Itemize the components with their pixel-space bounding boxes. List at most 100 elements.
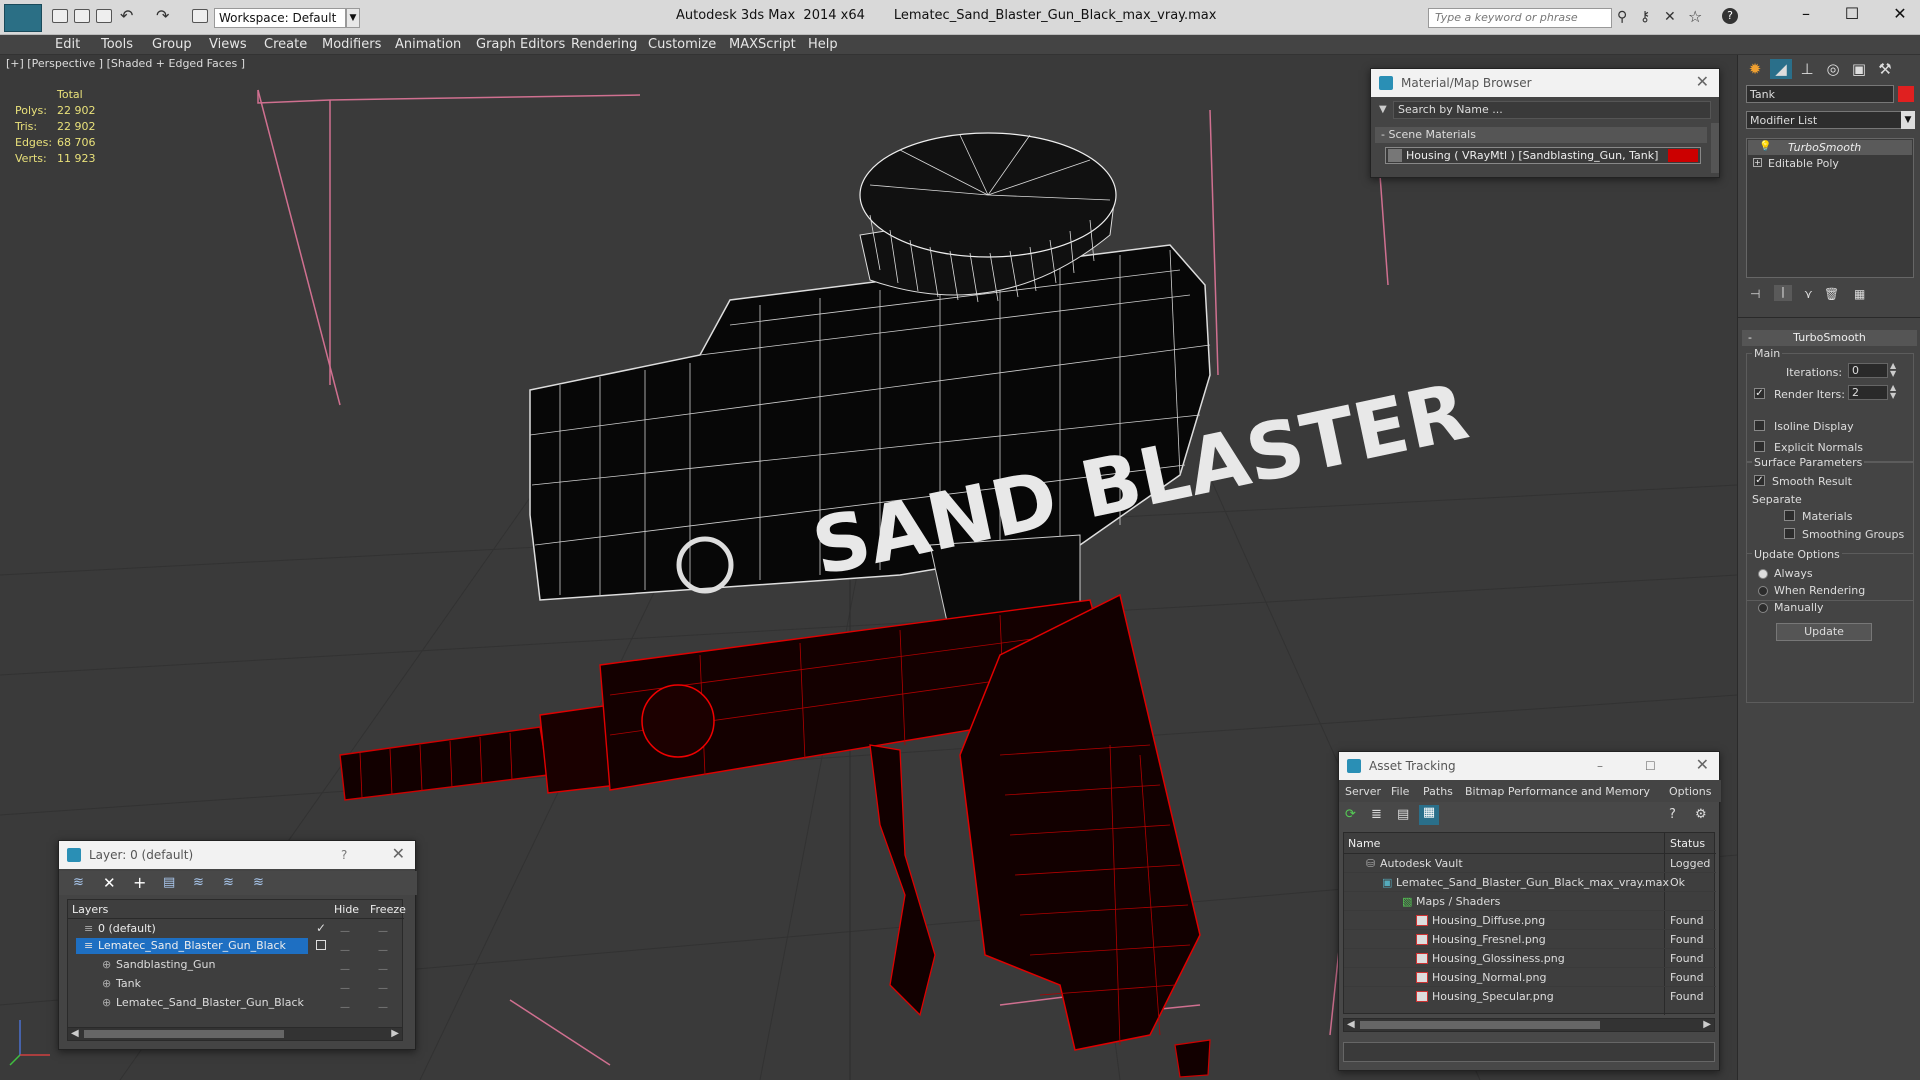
favorites-star-icon[interactable]: ☆ (1688, 7, 1702, 26)
modifier-list-arrow-icon[interactable]: ▼ (1901, 111, 1915, 129)
menu-help[interactable]: Help (808, 37, 838, 52)
iterations-spinner[interactable]: 0 (1848, 363, 1888, 378)
project-folder-icon[interactable] (192, 9, 208, 23)
redo-icon[interactable]: ↷ (156, 6, 169, 25)
manually-radio[interactable] (1758, 603, 1768, 613)
scroll-right-icon[interactable]: ▶ (1703, 1019, 1711, 1030)
menu-customize[interactable]: Customize (648, 37, 716, 52)
help-icon[interactable]: ? (1722, 8, 1738, 24)
status-column-header[interactable]: Status (1670, 837, 1705, 850)
freeze-column-header[interactable]: Freeze (370, 903, 406, 916)
hide-column-header[interactable]: Hide (334, 903, 359, 916)
object-row[interactable]: ⊕ Tank (102, 977, 141, 990)
material-search-input[interactable]: Search by Name ... (1393, 101, 1711, 119)
bulb-icon[interactable]: 💡 (1759, 141, 1771, 152)
close-window-icon[interactable]: ✕ (1890, 4, 1910, 23)
asset-settings-icon[interactable]: ⚙ (1695, 807, 1707, 822)
menu-modifiers[interactable]: Modifiers (322, 37, 381, 52)
pin-stack-icon[interactable]: ⊣ (1750, 287, 1760, 301)
highlight-layer-icon[interactable]: ≋ (193, 875, 204, 890)
layer-panel-titlebar[interactable]: Layer: 0 (default)? ✕ (59, 841, 415, 869)
workspace-dropdown[interactable]: Workspace: Default (214, 8, 346, 28)
render-iters-checkbox[interactable]: ✓ (1754, 388, 1765, 399)
asset-row[interactable]: Housing_Diffuse.png (1416, 914, 1545, 927)
viewport-label[interactable]: [+] [Perspective ] [Shaded + Edged Faces… (6, 57, 245, 70)
close-icon[interactable]: ✕ (1696, 752, 1709, 778)
add-to-layer-icon[interactable]: + (133, 873, 146, 892)
options-triangle-icon[interactable]: ▼ (1379, 104, 1387, 115)
freeze-toggles[interactable]: — — — — — (378, 922, 392, 1022)
asset-menu-file[interactable]: File (1391, 785, 1409, 798)
object-row[interactable]: ⊕ Lematec_Sand_Blaster_Gun_Black (102, 996, 304, 1009)
asset-row[interactable]: Housing_Fresnel.png (1416, 933, 1546, 946)
when-rendering-radio[interactable] (1758, 586, 1768, 596)
menu-graph-editors[interactable]: Graph Editors (476, 37, 565, 52)
key-icon[interactable]: ⚷ (1640, 9, 1650, 25)
isoline-display-checkbox[interactable] (1754, 420, 1765, 431)
object-row[interactable]: ⊕ Sandblasting_Gun (102, 958, 215, 971)
make-unique-icon[interactable]: ⋎ (1804, 287, 1813, 301)
turbosmooth-rollout-header[interactable]: - TurboSmooth (1742, 330, 1917, 346)
asset-row[interactable]: Housing_Specular.png (1416, 990, 1554, 1003)
remove-modifier-icon[interactable]: 🗑 (1824, 287, 1839, 301)
current-layer-toggle-icon[interactable] (316, 940, 326, 950)
modifier-list-dropdown[interactable]: Modifier List (1746, 111, 1902, 129)
refresh-icon[interactable]: ⟳ (1345, 807, 1356, 822)
scroll-thumb[interactable] (84, 1030, 284, 1038)
close-icon[interactable]: ✕ (392, 841, 405, 867)
new-file-icon[interactable] (52, 9, 68, 23)
asset-menu-options[interactable]: Options (1669, 785, 1711, 798)
create-tab-icon[interactable]: ✹ (1744, 59, 1766, 79)
motion-tab-icon[interactable]: ◎ (1822, 59, 1844, 79)
layer-row[interactable]: ≡ Lematec_Sand_Blaster_Gun_Black (84, 939, 286, 952)
tank-model[interactable]: SAND BLASTER (529, 132, 1475, 636)
grid-view-icon[interactable]: ▦ (1419, 805, 1439, 825)
smooth-result-checkbox[interactable]: ✓ (1754, 475, 1765, 486)
asset-row[interactable]: Housing_Glossiness.png (1416, 952, 1565, 965)
workspace-arrow-icon[interactable]: ▼ (346, 8, 360, 28)
app-logo-icon[interactable] (4, 4, 42, 32)
explicit-normals-checkbox[interactable] (1754, 441, 1765, 452)
minimize-icon[interactable]: – (1597, 752, 1603, 780)
menu-animation[interactable]: Animation (395, 37, 461, 52)
layer-horizontal-scrollbar[interactable]: ◀ ▶ (67, 1027, 403, 1041)
help-icon[interactable]: ? (341, 841, 347, 869)
open-file-icon[interactable] (74, 9, 90, 23)
modify-tab-icon[interactable]: ◢ (1770, 59, 1792, 79)
material-item-housing[interactable]: Housing ( VRayMtl ) [Sandblasting_Gun, T… (1385, 147, 1701, 164)
configure-sets-icon[interactable]: ▦ (1854, 287, 1865, 301)
display-tab-icon[interactable]: ▣ (1848, 59, 1870, 79)
delete-layer-icon[interactable]: ✕ (103, 874, 116, 892)
minimize-icon[interactable]: – (1796, 4, 1816, 23)
layers-column-header[interactable]: Layers (72, 903, 108, 916)
menu-create[interactable]: Create (264, 37, 307, 52)
scroll-left-icon[interactable]: ◀ (71, 1028, 79, 1039)
asset-row[interactable]: ⛁ Autodesk Vault (1366, 857, 1463, 870)
asset-row[interactable]: Housing_Normal.png (1416, 971, 1546, 984)
asset-menu-paths[interactable]: Paths (1423, 785, 1453, 798)
menu-tools[interactable]: Tools (101, 37, 133, 52)
freeze-all-icon[interactable]: ≋ (253, 875, 264, 890)
sandblasting-gun-model[interactable] (339, 593, 1211, 1078)
menu-group[interactable]: Group (152, 37, 192, 52)
table-view-icon[interactable]: ▤ (1397, 807, 1409, 822)
scene-materials-header[interactable]: - Scene Materials (1375, 127, 1707, 143)
show-end-result-icon[interactable]: | (1774, 285, 1792, 301)
object-name-field[interactable]: Tank (1746, 85, 1894, 103)
layer-row[interactable]: ≡ 0 (default) (84, 922, 156, 935)
maximize-icon[interactable]: ☐ (1645, 752, 1656, 780)
menu-rendering[interactable]: Rendering (571, 37, 637, 52)
render-iters-spinner[interactable]: 2 (1848, 385, 1888, 400)
separate-materials-checkbox[interactable] (1784, 510, 1795, 521)
select-objects-icon[interactable]: ▤ (163, 875, 175, 890)
stack-item-turbosmooth[interactable]: TurboSmooth (1748, 140, 1912, 155)
expand-plus-icon[interactable]: + (1753, 158, 1762, 167)
always-radio[interactable] (1758, 569, 1768, 579)
scroll-left-icon[interactable]: ◀ (1347, 1019, 1355, 1030)
asset-row[interactable]: ▣ Lematec_Sand_Blaster_Gun_Black_max_vray… (1382, 876, 1669, 889)
iterations-spin-arrows-icon[interactable]: ▲ ▼ (1890, 362, 1896, 378)
hide-all-icon[interactable]: ≋ (223, 875, 234, 890)
undo-icon[interactable]: ↶ (120, 6, 133, 25)
update-button[interactable]: Update (1776, 623, 1872, 641)
object-color-swatch[interactable] (1898, 86, 1914, 102)
